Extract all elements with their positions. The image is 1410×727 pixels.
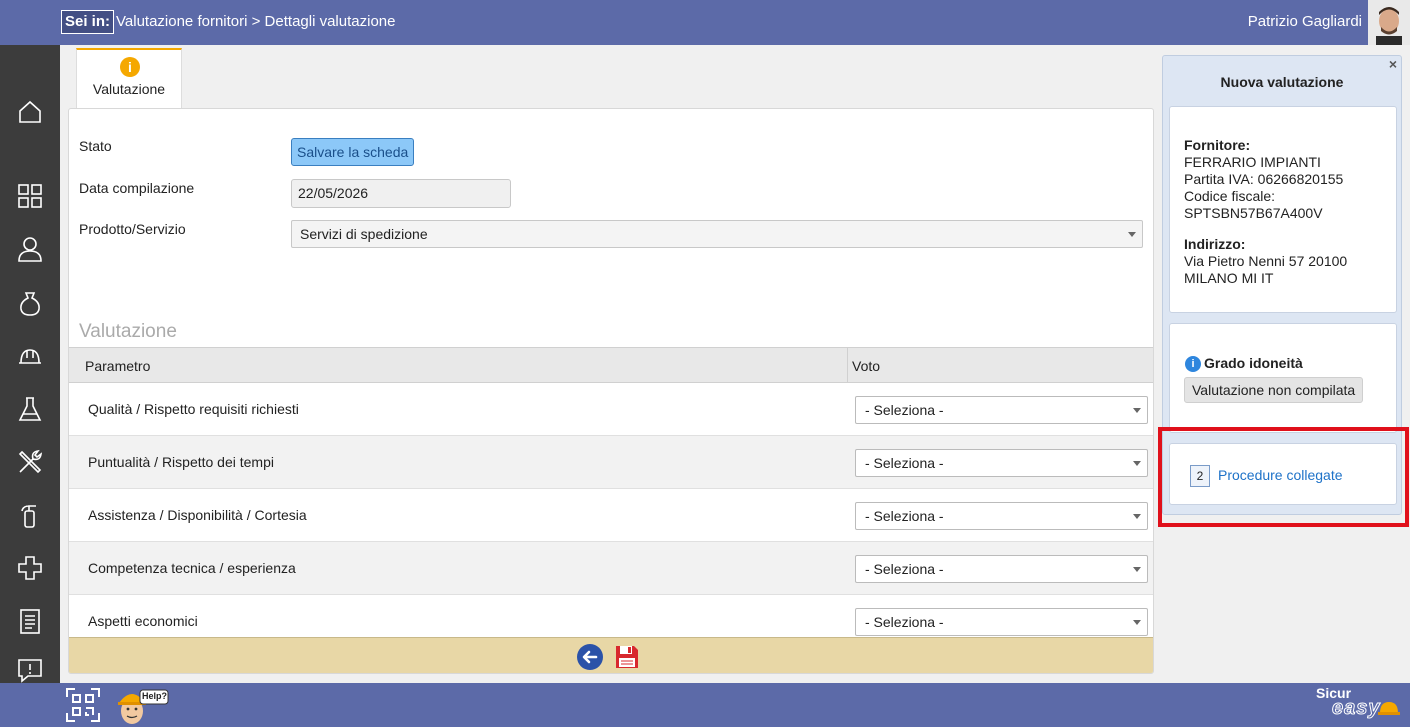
- hardhat-logo-icon: [1378, 702, 1400, 715]
- table-row: Qualità / Rispetto requisiti richiesti -…: [69, 383, 1153, 436]
- chevron-down-icon: [1133, 461, 1141, 466]
- save-disk-icon[interactable]: [614, 644, 640, 670]
- col-voto: Voto: [852, 358, 881, 374]
- voto-value: - Seleziona -: [865, 561, 944, 577]
- chevron-down-icon: [1133, 514, 1141, 519]
- voto-select[interactable]: - Seleziona -: [855, 449, 1148, 477]
- chevron-down-icon: [1128, 232, 1136, 237]
- grado-label: Grado idoneità: [1204, 355, 1303, 371]
- cf-label: Codice fiscale:: [1184, 188, 1276, 204]
- highlight-box: [1158, 427, 1409, 527]
- date-field[interactable]: 22/05/2026: [291, 179, 511, 208]
- stato-label: Stato: [79, 138, 112, 154]
- prodotto-label: Prodotto/Servizio: [79, 221, 186, 237]
- param-name: Assistenza / Disponibilità / Cortesia: [88, 507, 307, 523]
- voto-select[interactable]: - Seleziona -: [855, 608, 1148, 636]
- partita-iva: Partita IVA: 06266820155: [1184, 171, 1344, 187]
- help-mascot-icon[interactable]: Help?: [114, 685, 170, 727]
- voto-value: - Seleziona -: [865, 455, 944, 471]
- indirizzo-line1: Via Pietro Nenni 57 20100: [1184, 253, 1348, 269]
- indirizzo-label: Indirizzo:: [1184, 236, 1246, 252]
- tools-icon[interactable]: [15, 447, 45, 477]
- status-badge: Valutazione non compilata: [1184, 377, 1364, 403]
- sei-in-label: Sei in:: [61, 10, 115, 34]
- action-bar: [69, 637, 1153, 673]
- bottom-bar: Help? Sicur easy: [0, 683, 1410, 727]
- indirizzo-line2: MILANO MI IT: [1184, 270, 1274, 286]
- prodotto-value: Servizi di spedizione: [300, 226, 428, 242]
- info-icon: i: [1185, 356, 1201, 372]
- close-icon[interactable]: ×: [1389, 56, 1397, 72]
- bag-icon[interactable]: [15, 288, 45, 318]
- medical-cross-icon[interactable]: [15, 553, 45, 583]
- sicureasy-logo: Sicur easy: [1316, 685, 1400, 725]
- voto-select[interactable]: - Seleziona -: [855, 502, 1148, 530]
- grid-icon[interactable]: [15, 181, 45, 211]
- data-label: Data compilazione: [79, 180, 195, 196]
- user-icon[interactable]: [15, 234, 45, 264]
- cf-value: SPTSBN57B67A400V: [1184, 205, 1323, 221]
- section-title: Valutazione: [79, 321, 177, 342]
- qr-code-icon[interactable]: [65, 687, 101, 723]
- param-name: Aspetti economici: [88, 613, 198, 629]
- voto-select[interactable]: - Seleziona -: [855, 555, 1148, 583]
- document-icon[interactable]: [15, 606, 45, 636]
- fire-extinguisher-icon[interactable]: [15, 500, 45, 530]
- table-header: Parametro Voto: [69, 347, 1153, 383]
- help-label: Help?: [142, 691, 168, 701]
- grado-card: i Grado idoneità Valutazione non compila…: [1169, 323, 1397, 433]
- sidebar: [0, 45, 60, 683]
- chevron-down-icon: [1133, 620, 1141, 625]
- param-name: Puntualità / Rispetto dei tempi: [88, 454, 274, 470]
- logo-easy: easy: [1332, 697, 1381, 720]
- alert-icon[interactable]: [15, 655, 45, 685]
- voto-value: - Seleziona -: [865, 614, 944, 630]
- tab-label: Valutazione: [92, 81, 166, 97]
- table-row: Assistenza / Disponibilità / Cortesia - …: [69, 489, 1153, 542]
- tab-valutazione[interactable]: i Valutazione: [76, 48, 182, 108]
- voto-value: - Seleziona -: [865, 402, 944, 418]
- table-row: Puntualità / Rispetto dei tempi - Selezi…: [69, 436, 1153, 489]
- supplier-card: Fornitore: FERRARIO IMPIANTI Partita IVA…: [1169, 106, 1397, 313]
- fornitore-label: Fornitore:: [1184, 137, 1251, 153]
- col-parametro: Parametro: [85, 358, 151, 374]
- breadcrumb[interactable]: Valutazione fornitori > Dettagli valutaz…: [116, 13, 395, 30]
- user-name[interactable]: Patrizio Gagliardi: [1248, 13, 1362, 30]
- info-icon: i: [120, 57, 140, 77]
- param-name: Qualità / Rispetto requisiti richiesti: [88, 401, 299, 417]
- column-divider: [847, 348, 848, 383]
- flask-icon[interactable]: [15, 394, 45, 424]
- param-name: Competenza tecnica / esperienza: [88, 560, 296, 576]
- hardhat-icon[interactable]: [15, 341, 45, 371]
- side-title: Nuova valutazione: [1220, 74, 1344, 90]
- table-row: Competenza tecnica / esperienza - Selezi…: [69, 542, 1153, 595]
- voto-value: - Seleziona -: [865, 508, 944, 524]
- chevron-down-icon: [1133, 408, 1141, 413]
- chevron-down-icon: [1133, 567, 1141, 572]
- save-card-button[interactable]: Salvare la scheda: [291, 138, 415, 166]
- main-panel: Stato Salvare la scheda Data compilazion…: [68, 108, 1154, 674]
- prodotto-select[interactable]: Servizi di spedizione: [291, 220, 1143, 248]
- top-bar: Sei in: Valutazione fornitori > Dettagli…: [0, 0, 1410, 45]
- fornitore-name: FERRARIO IMPIANTI: [1184, 154, 1321, 170]
- back-arrow-icon[interactable]: [577, 644, 603, 670]
- avatar[interactable]: [1368, 0, 1410, 45]
- home-icon[interactable]: [15, 97, 45, 127]
- voto-select[interactable]: - Seleziona -: [855, 396, 1148, 424]
